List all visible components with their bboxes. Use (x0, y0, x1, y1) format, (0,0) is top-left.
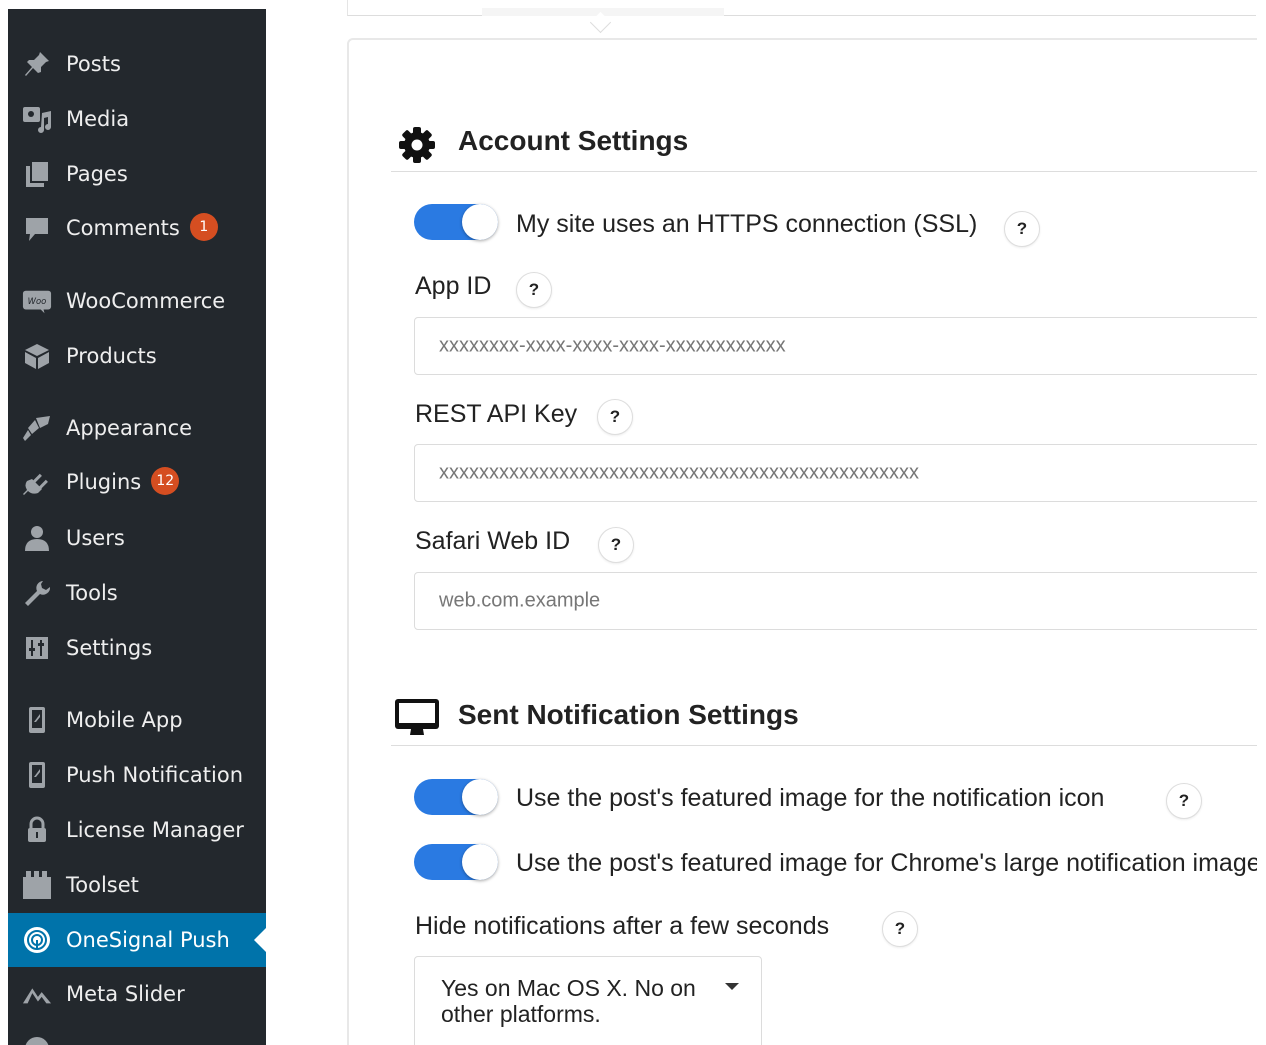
rest-api-key-field[interactable]: xxxxxxxxxxxxxxxxxxxxxxxxxxxxxxxxxxxxxxxx… (414, 444, 1257, 502)
app-id-placeholder: xxxxxxxx-xxxx-xxxx-xxxx-xxxxxxxxxxxx (439, 334, 786, 357)
hide-notifications-label: Hide notifications after a few seconds (415, 912, 830, 940)
top-tab-strip (347, 0, 1256, 34)
safari-web-id-field[interactable]: web.com.example (414, 572, 1257, 630)
chevron-down-icon (725, 983, 739, 990)
featured-image-icon-toggle[interactable] (414, 779, 498, 815)
help-icon[interactable]: ? (597, 399, 633, 435)
app-id-label: App ID (415, 272, 492, 300)
hide-notifications-select[interactable]: Yes on Mac OS X. No on other platforms. (414, 956, 762, 1045)
account-settings-header: Account Settings (391, 111, 1257, 172)
https-label: My site uses an HTTPS connection (SSL) (516, 210, 978, 238)
safari-web-id-label: Safari Web ID (415, 527, 571, 555)
section-title: Account Settings (458, 125, 689, 156)
toggle-knob (462, 204, 498, 240)
sent-notification-settings-header: Sent Notification Settings (391, 685, 1257, 746)
toggle-knob (462, 844, 498, 880)
featured-image-large-toggle[interactable] (414, 844, 498, 880)
help-icon[interactable]: ? (1166, 783, 1202, 819)
featured-image-large-label: Use the post's featured image for Chrome… (516, 849, 1257, 877)
featured-image-icon-label: Use the post's featured image for the no… (516, 784, 1105, 812)
app-id-field[interactable]: xxxxxxxx-xxxx-xxxx-xxxx-xxxxxxxxxxxx (414, 317, 1257, 375)
safari-web-id-placeholder: web.com.example (439, 589, 601, 612)
https-toggle[interactable] (414, 204, 498, 240)
gear-icon (397, 125, 437, 170)
help-icon[interactable]: ? (598, 527, 634, 563)
rest-api-key-placeholder: xxxxxxxxxxxxxxxxxxxxxxxxxxxxxxxxxxxxxxxx… (439, 461, 919, 484)
help-icon[interactable]: ? (516, 272, 552, 308)
section-title: Sent Notification Settings (458, 699, 799, 730)
help-icon[interactable]: ? (1004, 211, 1040, 247)
monitor-icon (393, 697, 441, 742)
rest-api-key-label: REST API Key (415, 400, 578, 428)
help-icon[interactable]: ? (882, 911, 918, 947)
content-area: Account Settings My site uses an HTTPS c… (0, 0, 1257, 1045)
select-value: Yes on Mac OS X. No on other platforms. (441, 975, 696, 1027)
toggle-knob (462, 779, 498, 815)
